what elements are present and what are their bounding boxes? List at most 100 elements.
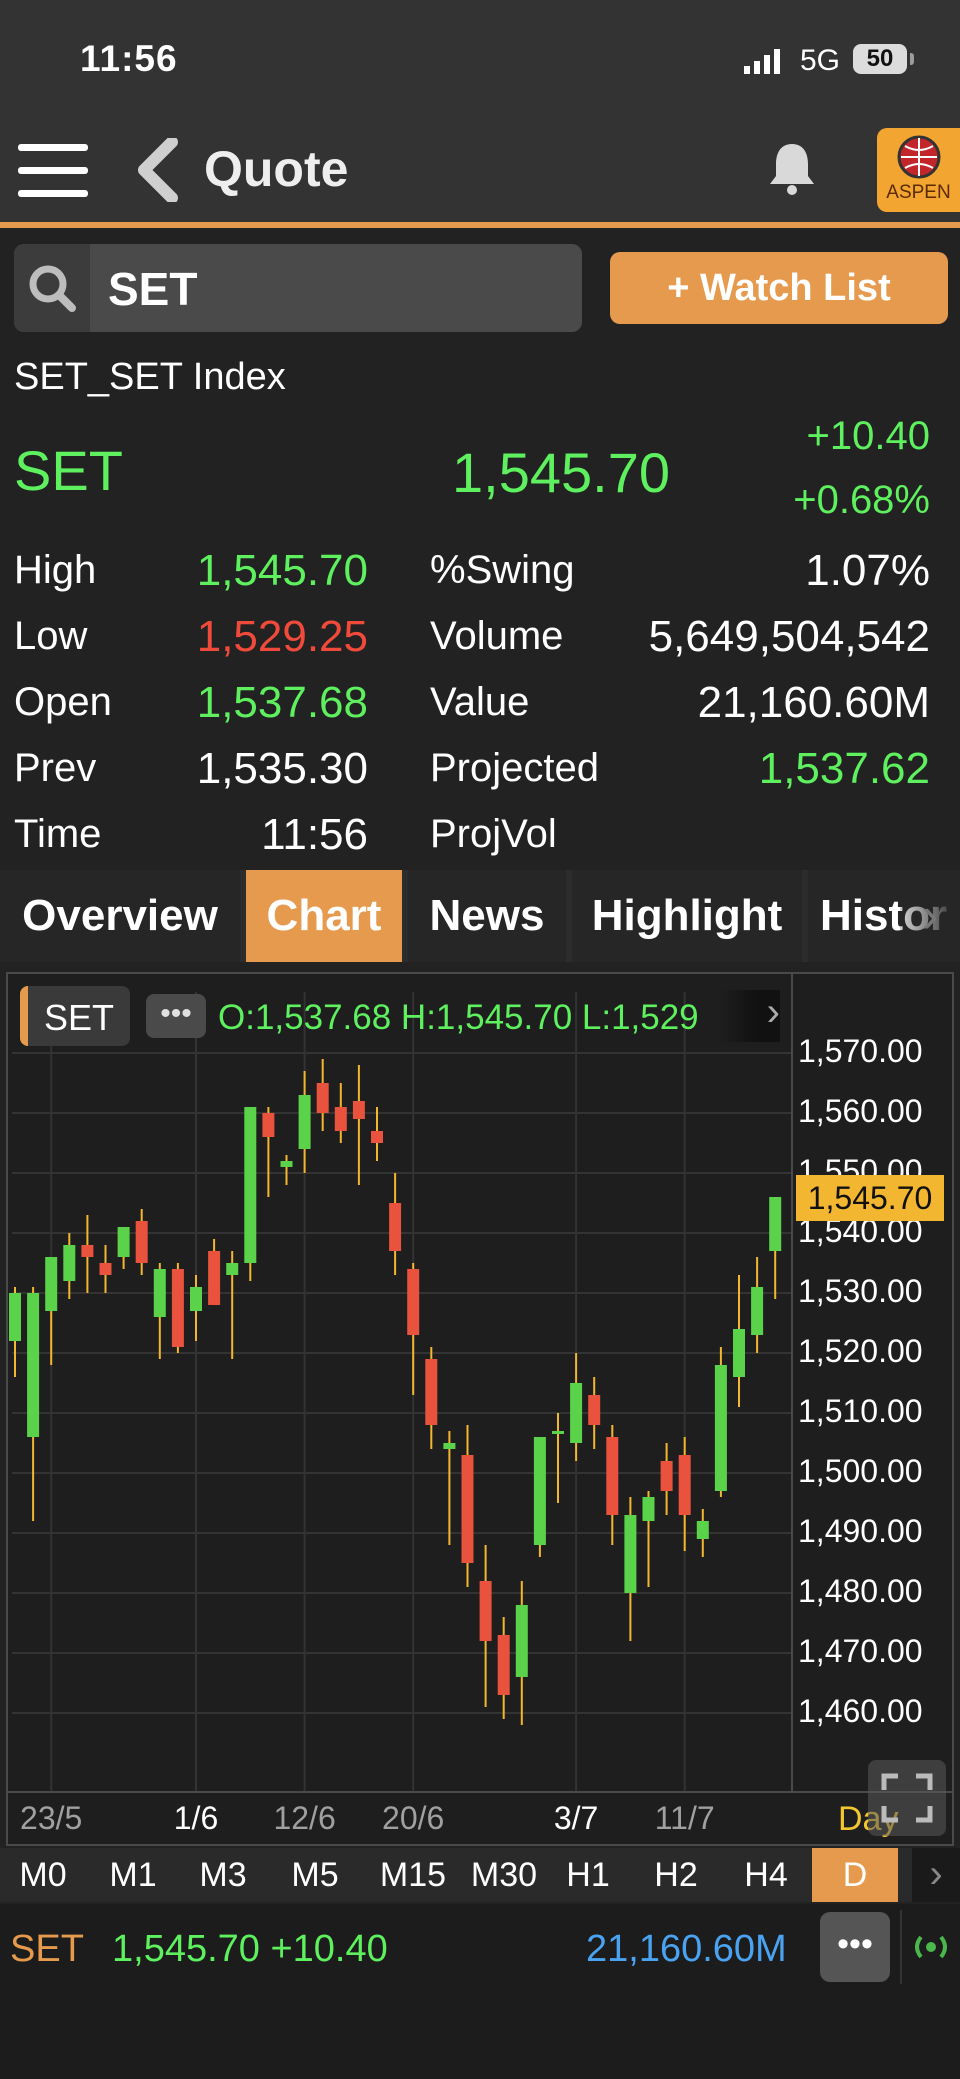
candle-body bbox=[262, 1113, 275, 1137]
last-price-tag: 1,545.70 bbox=[796, 1175, 944, 1221]
x-tick-label: 3/7 bbox=[553, 1800, 599, 1836]
more-button[interactable]: ••• bbox=[820, 1912, 890, 1982]
stat-label: Prev bbox=[14, 746, 97, 790]
candle-body bbox=[244, 1107, 257, 1263]
timeframe-m15[interactable]: M15 bbox=[364, 1848, 462, 1902]
stat-label: Volume bbox=[430, 614, 564, 658]
bottom-spacer bbox=[0, 1994, 960, 2079]
timeframe-d[interactable]: D bbox=[812, 1848, 898, 1902]
candle bbox=[461, 1425, 474, 1587]
stat-label: ProjVol bbox=[430, 812, 557, 856]
tab-chart[interactable]: Chart bbox=[246, 870, 402, 962]
y-tick-label: 1,520.00 bbox=[798, 1333, 923, 1369]
y-tick-label: 1,570.00 bbox=[798, 1033, 923, 1069]
timeframe-h1[interactable]: H1 bbox=[546, 1848, 630, 1902]
candle-body bbox=[190, 1287, 202, 1311]
price-change: +10.40 bbox=[806, 414, 930, 458]
candle bbox=[208, 1239, 221, 1305]
candle-body bbox=[678, 1455, 691, 1515]
ohlc-expand-icon[interactable]: › bbox=[720, 990, 780, 1042]
candle bbox=[171, 1263, 184, 1353]
timeframe-m1[interactable]: M1 bbox=[88, 1848, 178, 1902]
candle-body bbox=[479, 1581, 492, 1641]
candle-body bbox=[208, 1251, 221, 1305]
menu-icon[interactable] bbox=[18, 142, 90, 205]
timeframe-m0[interactable]: M0 bbox=[0, 1848, 86, 1902]
candle-body bbox=[298, 1095, 311, 1149]
y-tick-label: 1,510.00 bbox=[798, 1393, 923, 1429]
candle bbox=[63, 1233, 76, 1299]
price-change-percent: +0.68% bbox=[793, 478, 930, 522]
x-tick-label: 1/6 bbox=[173, 1800, 219, 1836]
search-input[interactable] bbox=[14, 244, 582, 332]
stat-value: 5,649,504,542 bbox=[648, 612, 930, 661]
timeframe-h2[interactable]: H2 bbox=[632, 1848, 720, 1902]
timeframe-m5[interactable]: M5 bbox=[268, 1848, 362, 1902]
y-tick-label: 1,490.00 bbox=[798, 1513, 923, 1549]
candle bbox=[407, 1263, 420, 1395]
ohlc-readout: O:1,537.68 H:1,545.70 L:1,529 bbox=[218, 998, 699, 1037]
connection-signal-icon[interactable] bbox=[900, 1910, 960, 1984]
tab-news[interactable]: News bbox=[408, 870, 566, 962]
bell-icon[interactable] bbox=[766, 140, 818, 201]
candle-body bbox=[425, 1359, 438, 1425]
y-tick-label: 1,530.00 bbox=[798, 1273, 923, 1309]
stat-value: 1,537.68 bbox=[196, 678, 368, 727]
candle-body bbox=[624, 1515, 637, 1593]
aspen-logo[interactable]: ASPEN bbox=[877, 128, 960, 212]
candle-body bbox=[660, 1461, 673, 1491]
candle bbox=[570, 1353, 583, 1461]
x-tick-label: 20/6 bbox=[382, 1800, 445, 1836]
candle-body bbox=[515, 1605, 528, 1677]
expand-icon bbox=[881, 1773, 933, 1823]
y-tick-label: 1,500.00 bbox=[798, 1453, 923, 1489]
stat-label: Projected bbox=[430, 746, 599, 790]
timeframe-m3[interactable]: M3 bbox=[180, 1848, 266, 1902]
chevron-right-icon[interactable]: › bbox=[900, 880, 960, 952]
index-name: SET_SET Index bbox=[14, 356, 286, 398]
candle-body bbox=[135, 1221, 148, 1263]
ticker-symbol[interactable]: SET bbox=[10, 1928, 84, 1971]
candle-body bbox=[389, 1203, 402, 1251]
candle-body bbox=[352, 1101, 365, 1119]
candle-body bbox=[733, 1329, 745, 1377]
candle-body bbox=[280, 1161, 293, 1167]
timeframe-m30[interactable]: M30 bbox=[464, 1848, 544, 1902]
candle-body bbox=[497, 1635, 510, 1695]
status-time: 11:56 bbox=[80, 38, 178, 79]
candle-body bbox=[117, 1227, 130, 1257]
last-price: 1,545.70 bbox=[452, 441, 670, 504]
stat-label: High bbox=[14, 548, 97, 592]
tab-overview[interactable]: Overview bbox=[0, 870, 240, 962]
add-watch-list-button[interactable]: + Watch List bbox=[610, 252, 948, 324]
candle bbox=[533, 1437, 546, 1557]
candle bbox=[443, 1431, 456, 1545]
tab-highlight[interactable]: Highlight bbox=[572, 870, 802, 962]
candle bbox=[135, 1209, 148, 1275]
candle-body bbox=[371, 1131, 383, 1143]
stat-value: 1,535.30 bbox=[196, 744, 368, 793]
candle bbox=[714, 1347, 727, 1497]
candle-body bbox=[171, 1269, 184, 1347]
timeframe-h4[interactable]: H4 bbox=[722, 1848, 810, 1902]
candle bbox=[117, 1227, 130, 1269]
stat-label: Open bbox=[14, 680, 112, 724]
stat-label: Value bbox=[430, 680, 530, 724]
candle bbox=[769, 1197, 782, 1299]
candle-body bbox=[552, 1431, 564, 1434]
candle-body bbox=[63, 1245, 76, 1281]
search-value[interactable]: SET bbox=[108, 262, 197, 316]
timeframe-next-icon[interactable]: › bbox=[912, 1848, 960, 1902]
x-tick-label: 12/6 bbox=[273, 1800, 336, 1836]
candle-body bbox=[606, 1437, 619, 1515]
candle-body bbox=[9, 1293, 21, 1341]
fullscreen-button[interactable] bbox=[868, 1760, 946, 1836]
candle bbox=[9, 1287, 21, 1377]
stat-label: Time bbox=[14, 812, 102, 856]
chart-options-button[interactable]: ••• bbox=[146, 994, 206, 1038]
search-icon-container[interactable] bbox=[14, 244, 90, 332]
candle-body bbox=[769, 1197, 782, 1251]
network-label: 5G bbox=[800, 44, 841, 77]
back-icon[interactable] bbox=[132, 136, 182, 207]
candle bbox=[153, 1263, 166, 1359]
